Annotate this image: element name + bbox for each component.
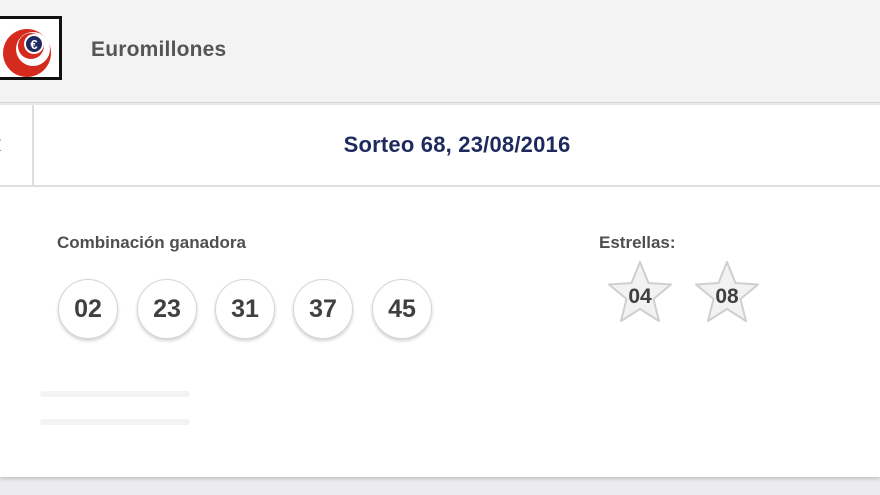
app-title: Euromillones: [91, 38, 227, 61]
combination-label: Combinación ganadora: [57, 233, 246, 252]
winning-number-ball: 31: [215, 279, 275, 339]
chevron-left-icon: ‹: [0, 127, 2, 161]
star-number: 04: [628, 285, 652, 308]
winning-number-ball: 02: [58, 279, 118, 339]
logo-symbol: €: [30, 37, 37, 52]
lucky-star: 04: [602, 258, 678, 330]
lucky-star: 08: [689, 258, 765, 330]
star-number: 08: [715, 285, 739, 308]
previous-draw-button[interactable]: ‹: [0, 105, 34, 185]
winning-number-ball: 23: [137, 279, 197, 339]
draw-title: Sorteo 68, 23/08/2016: [343, 132, 571, 157]
winning-number-ball: 45: [372, 279, 432, 339]
stars-label: Estrellas:: [599, 233, 676, 252]
draw-navigation: ‹ Sorteo 68, 23/08/2016: [0, 105, 880, 187]
faded-details: [40, 391, 190, 451]
euromillones-logo[interactable]: €: [0, 16, 62, 80]
winning-number-ball: 37: [293, 279, 353, 339]
logo-icon: €: [3, 29, 51, 77]
app-header: € Euromillones: [0, 0, 880, 103]
draw-card: ‹ Sorteo 68, 23/08/2016 Combinación gana…: [0, 105, 880, 477]
